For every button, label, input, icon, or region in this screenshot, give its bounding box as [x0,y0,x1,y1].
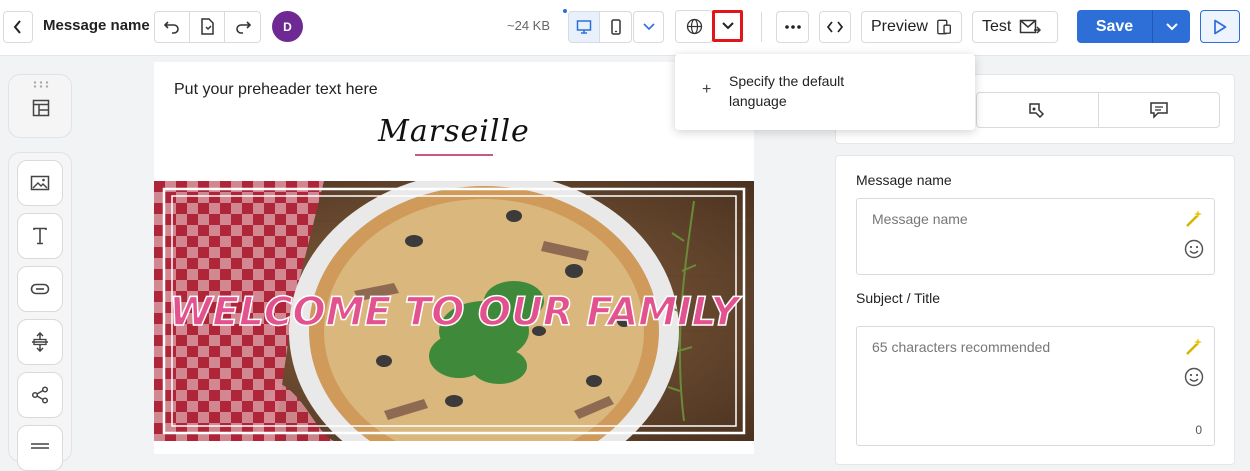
button-icon [30,283,50,295]
message-name-placeholder: Message name [872,211,968,227]
preview-button[interactable]: Preview [861,11,962,43]
blocks-panel-toggle[interactable] [8,74,72,138]
hero-image[interactable]: WELCOME TO OUR FAMILY [154,181,754,441]
spacer-icon [32,332,48,352]
palette-icon [1029,103,1045,118]
more-options-button[interactable] [776,11,809,43]
comment-icon [1150,102,1168,119]
tab-comments[interactable] [1099,93,1220,127]
magic-wand-icon[interactable] [1184,336,1204,356]
save-button[interactable]: Save [1077,10,1152,43]
device-options-button[interactable] [633,11,664,43]
send-test-icon [1020,19,1042,34]
desktop-view-button[interactable] [569,12,600,42]
toolbar-divider [761,12,762,42]
undo-icon [164,21,179,34]
test-button[interactable]: Test [972,11,1058,43]
settings-tabs [976,92,1220,128]
image-block-button[interactable] [17,160,63,206]
brand-logo-text: Marseille [378,114,530,149]
text-block-button[interactable] [17,213,63,259]
redo-button[interactable] [225,12,260,42]
globe-icon [686,18,702,35]
undo-button[interactable] [155,12,190,42]
template-icon [32,99,50,117]
logo-underline [415,154,493,156]
top-toolbar: Message name D ~24 KB Preview Test Save [0,0,1250,56]
social-block-button[interactable] [17,372,63,418]
subject-label: Subject / Title [856,290,941,306]
divider-icon [31,443,49,449]
message-name-field[interactable]: Message name [856,198,1215,275]
save-copy-icon [201,18,214,35]
language-dropdown-button[interactable] [712,10,743,42]
mobile-icon [610,19,621,35]
language-button[interactable] [675,10,713,43]
device-toggle-group [568,11,632,43]
unsaved-dot [563,9,567,13]
pizza-hero-graphic: WELCOME TO OUR FAMILY [154,181,754,441]
redo-icon [235,21,251,34]
language-dropdown-menu: + Specify the default language [675,54,975,130]
code-view-button[interactable] [819,11,851,43]
grid-handle-icon [33,81,49,88]
chevron-down-icon [1165,22,1178,30]
tab-design[interactable] [977,93,1099,127]
preview-label: Preview [871,18,928,35]
more-icon [784,25,801,29]
launch-button[interactable] [1200,10,1240,43]
specify-default-language-item[interactable]: Specify the default language [729,71,879,111]
button-block-button[interactable] [17,266,63,312]
save-button-group: Save [1077,10,1190,43]
desktop-icon [576,20,592,34]
magic-wand-icon[interactable] [1184,208,1204,228]
save-copy-button[interactable] [190,12,225,42]
avatar[interactable]: D [272,11,303,42]
hero-headline: WELCOME TO OUR FAMILY [169,290,742,335]
chevron-down-icon [721,22,734,30]
back-icon [13,20,21,34]
emoji-icon[interactable] [1184,239,1204,259]
test-label: Test [982,18,1012,35]
divider-block-button[interactable] [17,425,63,471]
message-settings-form: Message name Message name Subject / Titl… [835,155,1235,465]
plus-icon: + [702,81,712,98]
spacer-block-button[interactable] [17,319,63,365]
save-options-button[interactable] [1152,10,1190,43]
history-group [154,11,261,43]
preheader-text[interactable]: Put your preheader text here [174,81,378,99]
chevron-down-icon [642,23,655,31]
play-icon [1214,19,1227,34]
message-name-label: Message name [856,172,952,188]
subject-field[interactable]: 65 characters recommended 0 [856,326,1215,446]
back-button[interactable] [3,11,33,43]
code-icon [827,21,843,33]
subject-placeholder: 65 characters recommended [872,339,1051,355]
text-icon [33,227,47,245]
message-name-title[interactable]: Message name [43,17,150,34]
image-icon [30,175,50,191]
preview-device-icon [937,19,951,35]
subject-char-count: 0 [1195,423,1202,437]
mobile-view-button[interactable] [600,12,631,42]
message-size: ~24 KB [507,18,551,33]
share-icon [31,386,49,404]
emoji-icon[interactable] [1184,367,1204,387]
email-canvas[interactable]: Put your preheader text here Marseille W… [154,62,754,454]
brand-logo[interactable]: Marseille [154,114,754,149]
